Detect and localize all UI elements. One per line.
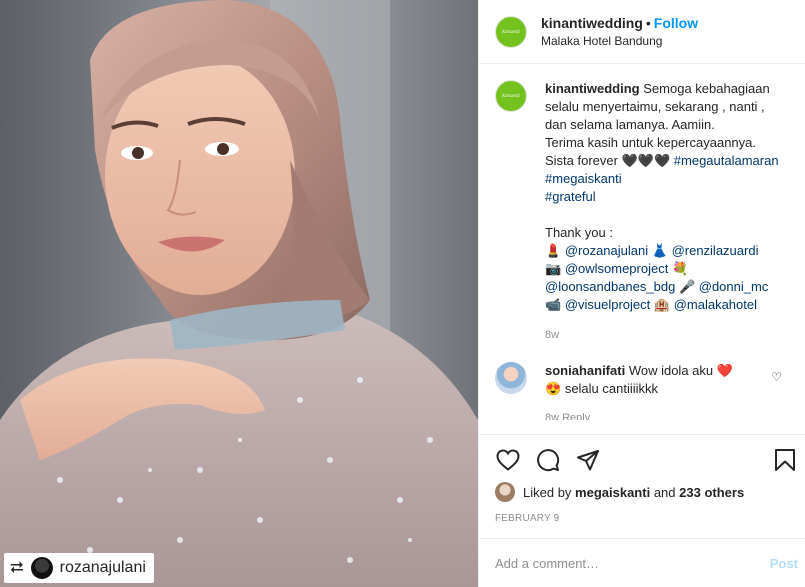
repost-badge[interactable]: ⮂ rozanajulani: [4, 553, 154, 583]
action-bar: [479, 434, 805, 484]
heart-outline-icon: [496, 448, 520, 471]
separator-dot: •: [645, 14, 651, 31]
likes-and: and: [653, 484, 676, 500]
caption-text-line: selalu menyertaimu, sekarang , nanti ,: [545, 99, 765, 114]
add-comment-bar: Post: [479, 538, 805, 587]
comment-item: soniahanifati Wow idola aku ❤️ 😍 selalu …: [495, 362, 794, 398]
post-photo[interactable]: ⮂ rozanajulani: [0, 0, 478, 587]
mention-link[interactable]: @visuelproject: [565, 297, 650, 312]
like-button[interactable]: [495, 447, 521, 473]
post-date[interactable]: FEBRUARY 9: [495, 513, 559, 524]
save-button[interactable]: [772, 447, 798, 473]
microphone-emoji: 🎤: [678, 279, 696, 294]
lipstick-emoji: 💄: [545, 243, 562, 258]
mention-link[interactable]: @renzilazuardi: [672, 243, 759, 258]
caption-text-line: Semoga kebahagiaan: [643, 81, 770, 96]
likes-others-link[interactable]: 233 others: [679, 485, 744, 500]
mention-link[interactable]: @donni_mc: [699, 279, 769, 294]
hotel-emoji: 🏨: [653, 297, 671, 312]
hashtag-link[interactable]: #megaiskanti: [545, 171, 622, 186]
share-icon: [577, 449, 599, 470]
caption-time[interactable]: 8w: [545, 326, 794, 344]
liker-avatar[interactable]: [495, 482, 515, 502]
repost-username[interactable]: rozanajulani: [60, 559, 146, 577]
post-header: kinanti kinantiwedding • Follow Malaka Hot…: [479, 0, 805, 64]
dress-emoji: 👗: [651, 243, 668, 258]
repost-icon: ⮂: [10, 557, 24, 578]
mention-link[interactable]: @rozanajulani: [565, 243, 648, 258]
account-avatar[interactable]: kinanti: [495, 15, 527, 48]
bouquet-emoji: 💐: [671, 261, 689, 276]
share-button[interactable]: [575, 447, 601, 473]
heart-outline-icon[interactable]: ♡: [771, 370, 782, 384]
commenter-username[interactable]: soniahanifati: [545, 363, 625, 378]
mention-link[interactable]: @owlsomeproject: [565, 261, 669, 276]
comment-button[interactable]: [535, 447, 561, 473]
post-caption: kinanti kinantiwedding Semoga kebahagiaa…: [495, 80, 794, 344]
comment-text: Wow idola aku: [628, 363, 714, 378]
caption-avatar[interactable]: kinanti: [495, 80, 527, 112]
account-username[interactable]: kinantiwedding: [541, 15, 643, 31]
caption-text-line: Terima kasih untuk kepercayaannya.: [545, 135, 757, 150]
camera-emoji: 📷: [545, 261, 562, 276]
comments-section[interactable]: kinanti kinantiwedding Semoga kebahagiaa…: [479, 64, 805, 434]
heart-emoji: ❤️: [716, 363, 733, 378]
mention-link[interactable]: @malakahotel: [674, 297, 757, 312]
hashtag-link[interactable]: #grateful: [545, 189, 596, 204]
location-link[interactable]: Malaka Hotel Bandung: [541, 32, 698, 50]
portrait-illustration: [0, 0, 478, 587]
comment-meta[interactable]: 8w Reply: [545, 412, 794, 420]
hashtag-link[interactable]: #megautalamaran: [674, 153, 779, 168]
comment-icon: [537, 448, 560, 471]
repost-avatar: [30, 557, 53, 579]
bookmark-icon: [775, 448, 795, 471]
post-sidebar: kinanti kinantiwedding • Follow Malaka Hot…: [478, 0, 805, 587]
heart-eyes-emoji: 😍: [545, 381, 562, 396]
caption-username[interactable]: kinantiwedding: [545, 81, 640, 96]
comment-input[interactable]: [495, 555, 735, 571]
likes-summary: Liked by megaiskanti and 233 others: [495, 482, 744, 502]
commenter-avatar[interactable]: [495, 362, 527, 394]
post-button[interactable]: Post: [770, 556, 798, 571]
likes-prefix: Liked by: [523, 484, 572, 500]
liker-username[interactable]: megaiskanti: [575, 485, 650, 500]
mention-link[interactable]: @loonsandbanes_bdg: [545, 279, 675, 294]
thank-you-text: Thank you :: [545, 225, 613, 240]
video-camera-emoji: 📹: [545, 297, 562, 312]
caption-text-line: dan selama lamanya. Aamiin.: [545, 117, 715, 132]
follow-button[interactable]: Follow: [654, 15, 698, 31]
caption-text-line: Sista forever 🖤🖤🖤: [545, 153, 671, 168]
comment-text: selalu cantiiiikkk: [564, 381, 659, 396]
